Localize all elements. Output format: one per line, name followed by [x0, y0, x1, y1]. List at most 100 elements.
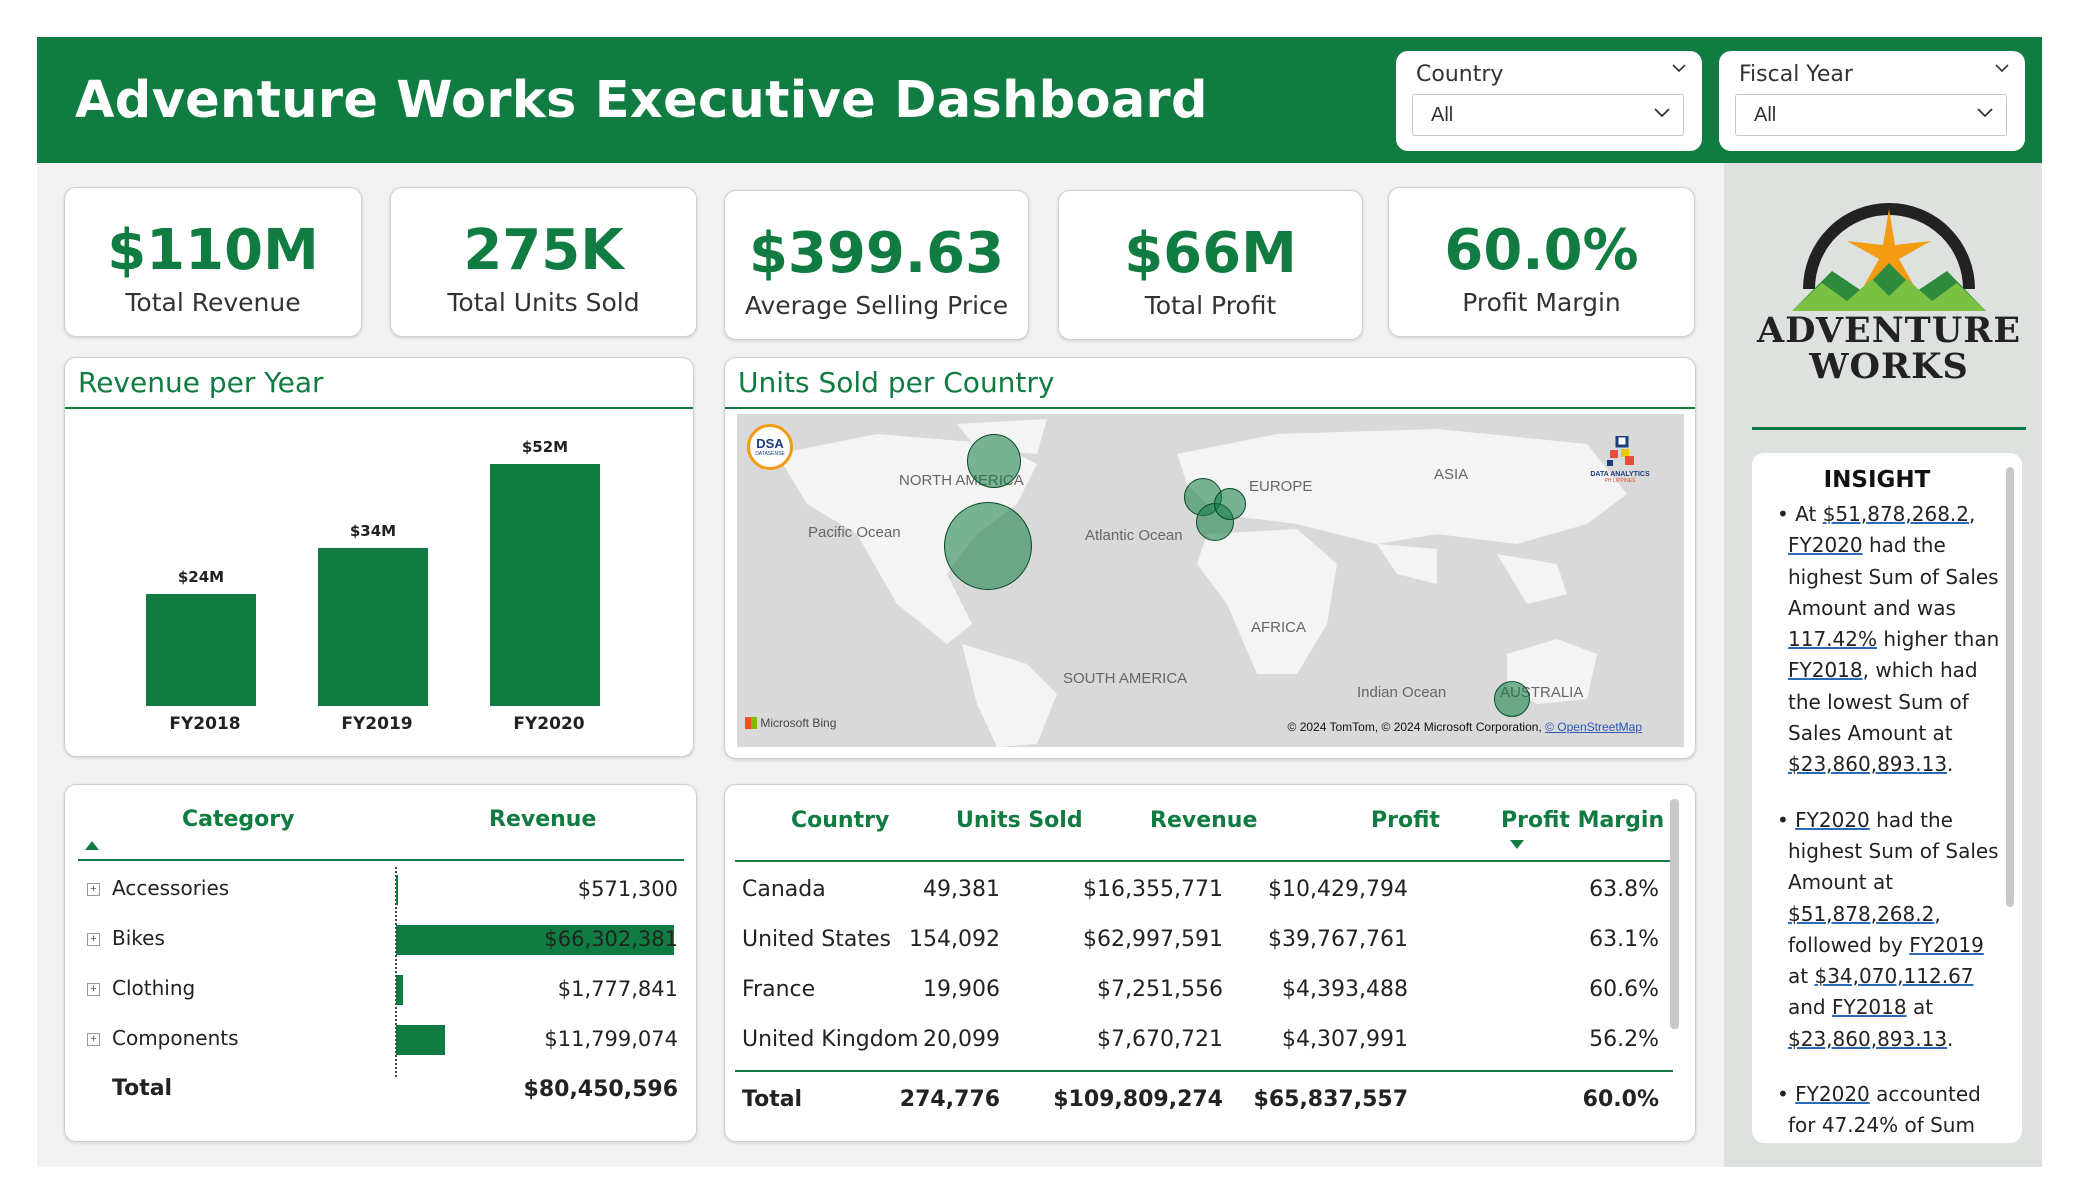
- column-header-country[interactable]: Country: [791, 808, 889, 833]
- total-label: Total: [112, 1076, 173, 1101]
- units-sold-cell: 154,092: [909, 927, 1000, 952]
- map-label-pacific-ocean: Pacific Ocean: [808, 524, 901, 541]
- map-bubble-canada[interactable]: [967, 434, 1021, 488]
- profit-margin-cell: 56.2%: [1589, 1027, 1659, 1052]
- revenue-data-bar: [396, 1025, 446, 1055]
- column-header-revenue[interactable]: Revenue: [1150, 808, 1257, 833]
- column-header-category[interactable]: Category: [182, 807, 294, 832]
- dsa-badge-logo: DSA DATASENSE: [747, 424, 793, 470]
- chevron-down-icon[interactable]: [1653, 104, 1671, 122]
- revenue-cell: $7,251,556: [1097, 977, 1223, 1002]
- revenue-bar[interactable]: [490, 464, 600, 706]
- category-name[interactable]: Clothing: [112, 976, 195, 1000]
- fiscal-year-dropdown[interactable]: All: [1735, 94, 2007, 136]
- category-name[interactable]: Accessories: [112, 876, 229, 900]
- country-name[interactable]: United Kingdom: [742, 1027, 919, 1052]
- insight-panel[interactable]: INSIGHT • At $51,878,268.2, FY2020 had t…: [1752, 453, 2022, 1143]
- sort-descending-icon[interactable]: [1510, 840, 1524, 849]
- chevron-down-icon[interactable]: [1995, 61, 2009, 75]
- expand-row-icon[interactable]: +: [87, 933, 100, 946]
- country-metrics-table[interactable]: Country Units Sold Revenue Profit Profit…: [724, 784, 1696, 1142]
- column-header-units-sold[interactable]: Units Sold: [956, 808, 1083, 833]
- kpi-value: $399.63: [748, 221, 1005, 286]
- revenue-bar[interactable]: [146, 594, 256, 706]
- column-header-profit-margin[interactable]: Profit Margin: [1501, 808, 1664, 833]
- column-header-profit[interactable]: Profit: [1371, 808, 1440, 833]
- chevron-down-icon[interactable]: [1672, 61, 1686, 75]
- column-header-revenue[interactable]: Revenue: [489, 807, 596, 832]
- insight-text: ,: [1969, 502, 1976, 526]
- dsa-badge-subtext: DATASENSE: [755, 451, 785, 457]
- adventure-works-logo: ADVENTURE WORKS: [1752, 171, 2026, 430]
- revenue-data-bar: [396, 875, 399, 905]
- kpi-value: $66M: [1124, 221, 1297, 286]
- chevron-down-icon[interactable]: [1976, 104, 1994, 122]
- category-name[interactable]: Components: [112, 1026, 239, 1050]
- category-name[interactable]: Bikes: [112, 926, 165, 950]
- table-scrollbar[interactable]: [1670, 799, 1679, 1029]
- country-name[interactable]: France: [742, 977, 815, 1002]
- map-bubble-germany[interactable]: [1214, 488, 1246, 520]
- fiscal-year-slicer[interactable]: Fiscal Year All: [1719, 51, 2025, 151]
- dsa-badge-text: DSA: [756, 436, 784, 451]
- profit-margin-cell: 63.8%: [1589, 877, 1659, 902]
- kpi-label: Profit Margin: [1462, 288, 1621, 317]
- map-label-asia: ASIA: [1434, 466, 1469, 483]
- fiscal-year-dropdown-value: All: [1754, 104, 1777, 126]
- country-name[interactable]: United States: [742, 927, 891, 952]
- bar-data-label: $24M: [177, 568, 225, 587]
- header-divider: [735, 860, 1673, 862]
- country-name[interactable]: Canada: [742, 877, 826, 902]
- map-bubble-australia[interactable]: [1494, 681, 1530, 717]
- kpi-label: Average Selling Price: [744, 291, 1009, 320]
- insight-highlight: FY2020: [1795, 1082, 1870, 1107]
- insight-highlight: FY2020: [1788, 533, 1863, 558]
- country-dropdown-value: All: [1431, 104, 1454, 126]
- kpi-card-average-selling-price: $399.63 Average Selling Price: [724, 190, 1029, 340]
- expand-row-icon[interactable]: +: [87, 1033, 100, 1046]
- category-revenue: $11,799,074: [544, 1027, 678, 1051]
- country-dropdown[interactable]: All: [1412, 94, 1684, 136]
- expand-row-icon[interactable]: +: [87, 983, 100, 996]
- insight-text: .: [1947, 752, 1954, 777]
- country-slicer[interactable]: Country All: [1396, 51, 1702, 151]
- insight-paragraph-1: • At $51,878,268.2, FY2020 had the highe…: [1777, 502, 2000, 777]
- openstreetmap-link[interactable]: © OpenStreetMap: [1545, 720, 1642, 734]
- fiscal-year-slicer-label: Fiscal Year: [1739, 62, 1853, 87]
- insight-highlight: $23,860,893.13: [1788, 752, 1948, 777]
- sort-ascending-icon[interactable]: [85, 841, 99, 850]
- insight-paragraph-2: • FY2020 had the highest Sum of Sales Am…: [1777, 807, 1999, 1051]
- revenue-per-year-chart[interactable]: Revenue per Year $24M FY2018 $34M FY2019 $52…: [64, 357, 694, 757]
- data-analytics-ph-icon: [1607, 434, 1634, 466]
- insight-sidebar: ADVENTURE WORKS INSIGHT • At $51,878,268…: [1724, 163, 2042, 1167]
- kpi-value: 60.0%: [1444, 218, 1639, 283]
- revenue-bar[interactable]: [318, 547, 428, 706]
- bar-data-label: $52M: [521, 438, 569, 456]
- header-bar: Adventure Works Executive Dashboard Coun…: [37, 37, 2042, 163]
- revenue-data-bar: [396, 975, 404, 1005]
- insight-highlight: FY2019: [1909, 932, 1984, 957]
- category-revenue: $1,777,841: [557, 977, 678, 1001]
- insight-highlight: FY2020: [1795, 807, 1870, 832]
- category-revenue-table[interactable]: Category Revenue + Accessories $571,300 + Bi…: [64, 784, 697, 1142]
- data-analytics-ph-subtext: PH LIPPINES: [1604, 478, 1636, 484]
- total-row-label: Total: [742, 1087, 803, 1112]
- units-sold-cell: 20,099: [923, 1027, 1000, 1052]
- x-axis-label: FY2020: [513, 714, 585, 734]
- kpi-card-total-revenue: $110M Total Revenue: [64, 187, 362, 337]
- page-title: Adventure Works Executive Dashboard: [75, 71, 1208, 130]
- map-label-south-america: SOUTH AMERICA: [1063, 670, 1188, 687]
- insight-highlight: $51,878,268.2: [1788, 901, 1935, 926]
- revenue-cell: $7,670,721: [1097, 1027, 1223, 1052]
- units-sold-cell: 49,381: [923, 877, 1000, 902]
- map-bubble-united-states[interactable]: [944, 502, 1032, 590]
- profit-cell: $39,767,761: [1268, 927, 1408, 952]
- expand-row-icon[interactable]: +: [87, 883, 100, 896]
- total-units-sold: 274,776: [899, 1087, 1000, 1112]
- insight-scrollbar[interactable]: [2006, 467, 2014, 907]
- chart-title: Revenue per Year: [78, 366, 324, 399]
- world-map[interactable]: NORTH AMERICA EUROPE ASIA Pacific Ocean …: [737, 414, 1684, 747]
- units-sold-per-country-map[interactable]: Units Sold per Country NORTH AMERICA EUR…: [724, 357, 1696, 759]
- kpi-value: $110M: [107, 218, 319, 283]
- total-profit-margin: 60.0%: [1582, 1087, 1659, 1112]
